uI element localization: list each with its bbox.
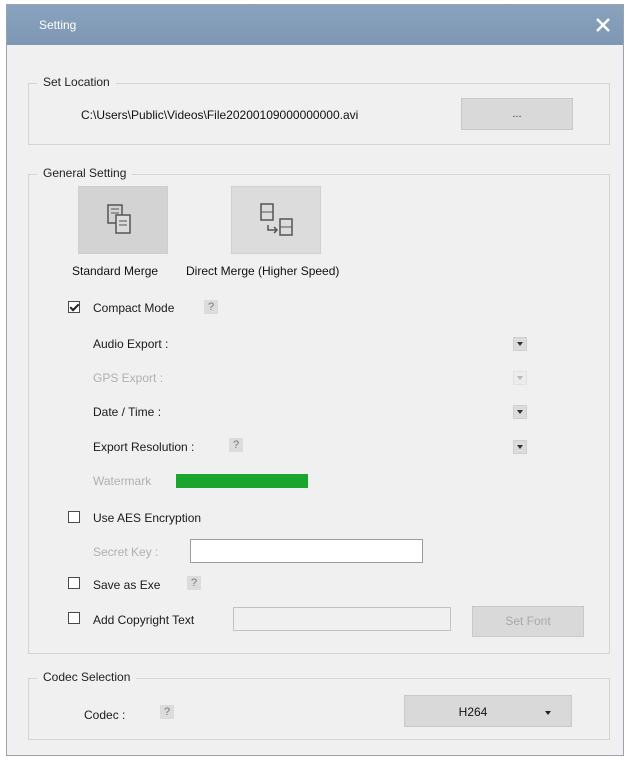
browse-button-label: ...: [512, 108, 522, 120]
codec-help-icon[interactable]: ?: [160, 705, 174, 719]
copyright-text-input: [233, 607, 451, 631]
browse-button[interactable]: ...: [461, 98, 573, 130]
close-button[interactable]: [589, 11, 617, 39]
export-resolution-help-icon[interactable]: ?: [229, 438, 243, 452]
set-location-group: Set Location C:\Users\Public\Videos\File…: [28, 75, 610, 145]
save-as-exe-help-icon[interactable]: ?: [187, 576, 201, 590]
codec-selection-label: Codec Selection: [37, 670, 137, 684]
close-icon: [596, 18, 610, 32]
audio-export-label: Audio Export :: [93, 337, 169, 351]
chevron-down-icon: [545, 711, 551, 715]
aes-encryption-label: Use AES Encryption: [93, 511, 202, 525]
dialog-title: Setting: [39, 18, 77, 32]
save-as-exe-checkbox[interactable]: [68, 577, 80, 589]
watermark-color-swatch: [176, 474, 308, 488]
gps-export-label: GPS Export :: [93, 371, 164, 385]
standard-merge-icon: [107, 204, 131, 234]
save-as-exe-label: Save as Exe: [93, 578, 161, 592]
export-resolution-dropdown[interactable]: [513, 440, 527, 454]
compact-mode-help-icon[interactable]: ?: [204, 300, 218, 314]
general-setting-label: General Setting: [37, 166, 133, 180]
secret-key-label: Secret Key :: [93, 545, 159, 559]
audio-export-dropdown[interactable]: [513, 337, 527, 351]
codec-selection-group: Codec Selection Codec : ? H264: [28, 670, 610, 740]
direct-merge-button[interactable]: [231, 186, 321, 254]
watermark-label: Watermark: [93, 474, 152, 488]
secret-key-input: [190, 539, 423, 563]
output-path: C:\Users\Public\Videos\File2020010900000…: [81, 108, 359, 122]
codec-value: H264: [458, 705, 488, 719]
direct-merge-icon: [260, 203, 293, 236]
codec-dropdown[interactable]: H264: [404, 695, 572, 727]
title-bar[interactable]: Setting: [7, 5, 623, 45]
copyright-text-label: Add Copyright Text: [93, 613, 195, 627]
standard-merge-button[interactable]: [78, 186, 168, 254]
compact-mode-checkbox[interactable]: [68, 301, 80, 313]
gps-export-dropdown: [513, 371, 527, 385]
set-font-button-label: Set Font: [505, 614, 551, 628]
date-time-label: Date / Time :: [93, 405, 162, 419]
set-location-label: Set Location: [37, 75, 116, 89]
standard-merge-label: Standard Merge: [72, 264, 159, 278]
compact-mode-label: Compact Mode: [93, 301, 175, 315]
general-setting-group: General Setting Standard Merge Direct Me…: [28, 166, 610, 654]
date-time-dropdown[interactable]: [513, 405, 527, 419]
copyright-text-checkbox[interactable]: [68, 612, 80, 624]
direct-merge-label: Direct Merge (Higher Speed): [186, 264, 340, 278]
codec-label: Codec :: [84, 708, 126, 722]
export-resolution-label: Export Resolution :: [93, 440, 195, 454]
aes-encryption-checkbox[interactable]: [68, 511, 80, 523]
set-font-button: Set Font: [472, 606, 584, 637]
settings-dialog: Setting Set Location C:\Users\Public\Vid…: [6, 4, 624, 756]
